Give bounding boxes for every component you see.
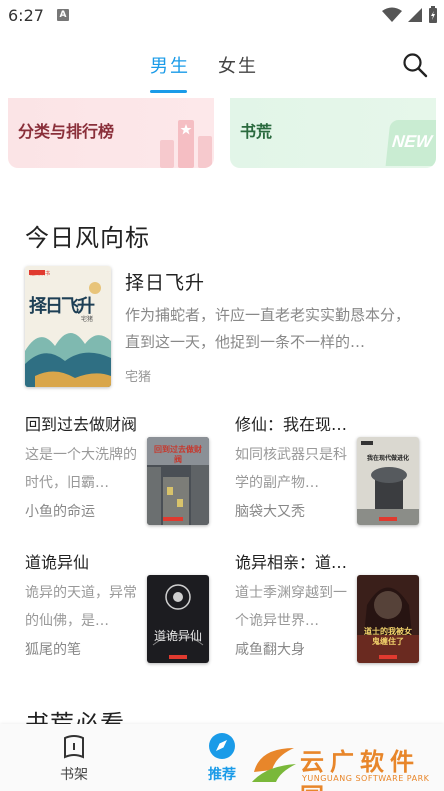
featured-book-description: 作为捕蛇者，许应一直老老实实勤恳本分，直到这一天，他捉到一条不一样的… xyxy=(125,306,411,351)
book-card[interactable]: 诡异相亲：道… 道士季渊穿越到一个诡异世界… 咸鱼翻大身 道士的我被女鬼缠住了 xyxy=(235,549,435,674)
book-cover-title: 道士的我被女鬼缠住了 xyxy=(364,627,412,646)
book-cover-art xyxy=(357,437,419,525)
section-title: 今日风向标 xyxy=(25,224,150,252)
book-cover-art xyxy=(357,575,419,663)
book-title[interactable]: 回到过去做财阀 xyxy=(25,411,137,435)
book-author: 咸鱼翻大身 xyxy=(235,642,305,658)
book-title[interactable]: 诡异相亲：道… xyxy=(235,549,347,573)
nav-bookshelf[interactable]: 书架 xyxy=(44,724,104,791)
book-card[interactable]: 回到过去做财阀 这是一个大洗牌的时代，旧霸… 小鱼的命运 回到过去做财阀 xyxy=(25,411,225,536)
book-cover-title: 道诡异仙 xyxy=(153,629,202,643)
bookshelf-icon xyxy=(64,735,84,759)
book-cover[interactable]: 道诡异仙 xyxy=(147,575,209,663)
watermark-text: 云广软件园 xyxy=(300,747,420,791)
status-icons xyxy=(382,6,438,24)
book-cover[interactable]: 道士的我被女鬼缠住了 xyxy=(357,575,419,663)
notification-icon: A xyxy=(57,9,69,21)
book-card[interactable]: 道诡异仙 诡异的天道，异常的仙佛，是… 狐尾的笔 道诡异仙 xyxy=(25,549,225,674)
nav-recommend-label: 推荐 xyxy=(208,767,236,783)
category-ranking-card[interactable]: 分类与排行榜 xyxy=(8,98,214,168)
nav-bookshelf-label: 书架 xyxy=(60,767,88,783)
status-bar: 6:27 A xyxy=(0,0,444,32)
watermark-swirl-icon xyxy=(252,748,296,782)
tab-boys[interactable]: 男生 xyxy=(150,52,190,78)
book-card[interactable]: 修仙：我在现… 如同核武器只是科学的副产物… 脑袋大又秃 我在现代做进化 xyxy=(235,411,435,536)
book-cover-title: 回到过去做财阀 xyxy=(154,445,202,464)
book-cover[interactable]: 我在现代做进化 xyxy=(357,437,419,525)
watermark-subtext: YUNGUANG SOFTWARE PARK xyxy=(302,774,430,783)
featured-cover-art xyxy=(25,266,111,387)
active-tab-indicator xyxy=(150,90,187,93)
book-description: 诡异的天道，异常的仙佛，是… xyxy=(25,585,137,629)
book-title[interactable]: 修仙：我在现… xyxy=(235,411,347,435)
featured-cover-author: 宅猪 xyxy=(81,316,94,323)
status-time: 6:27 xyxy=(8,6,44,25)
signal-icon xyxy=(408,8,422,22)
book-cover-title: 我在现代做进化 xyxy=(366,455,409,462)
ranking-bars-icon xyxy=(160,120,212,168)
battery-icon xyxy=(429,6,437,23)
category-new-card[interactable]: 书荒 NEW xyxy=(230,98,436,168)
category-ranking-label: 分类与排行榜 xyxy=(18,122,115,141)
search-icon[interactable] xyxy=(402,52,428,78)
book-author: 小鱼的命运 xyxy=(25,504,95,520)
book-cover[interactable]: 回到过去做财阀 xyxy=(147,437,209,525)
book-description: 道士季渊穿越到一个诡异世界… xyxy=(235,585,347,629)
book-author: 脑袋大又秃 xyxy=(235,504,305,520)
top-tabs: 男生 女生 xyxy=(0,32,444,98)
book-author: 狐尾的笔 xyxy=(25,642,81,658)
book-description: 这是一个大洗牌的时代，旧霸… xyxy=(25,447,137,491)
featured-book-cover[interactable]: 起点读书 择日飞升 宅猪 xyxy=(25,266,111,387)
book-cover-art xyxy=(147,575,209,663)
new-badge: NEW xyxy=(385,120,436,166)
watermark-logo: 云广软件园 YUNGUANG SOFTWARE PARK xyxy=(250,740,440,791)
category-new-label: 书荒 xyxy=(240,122,273,141)
featured-cover-brand: 起点读书 xyxy=(30,271,51,277)
featured-book-author: 宅猪 xyxy=(125,370,152,385)
wifi-icon xyxy=(382,7,402,22)
book-title[interactable]: 道诡异仙 xyxy=(25,549,89,573)
compass-icon xyxy=(209,733,235,759)
book-description: 如同核武器只是科学的副产物… xyxy=(235,447,347,491)
new-badge-label: NEW xyxy=(391,132,433,151)
featured-book-title[interactable]: 择日飞升 xyxy=(125,268,205,295)
nav-recommend[interactable]: 推荐 xyxy=(192,724,252,791)
tab-girls[interactable]: 女生 xyxy=(218,52,258,78)
